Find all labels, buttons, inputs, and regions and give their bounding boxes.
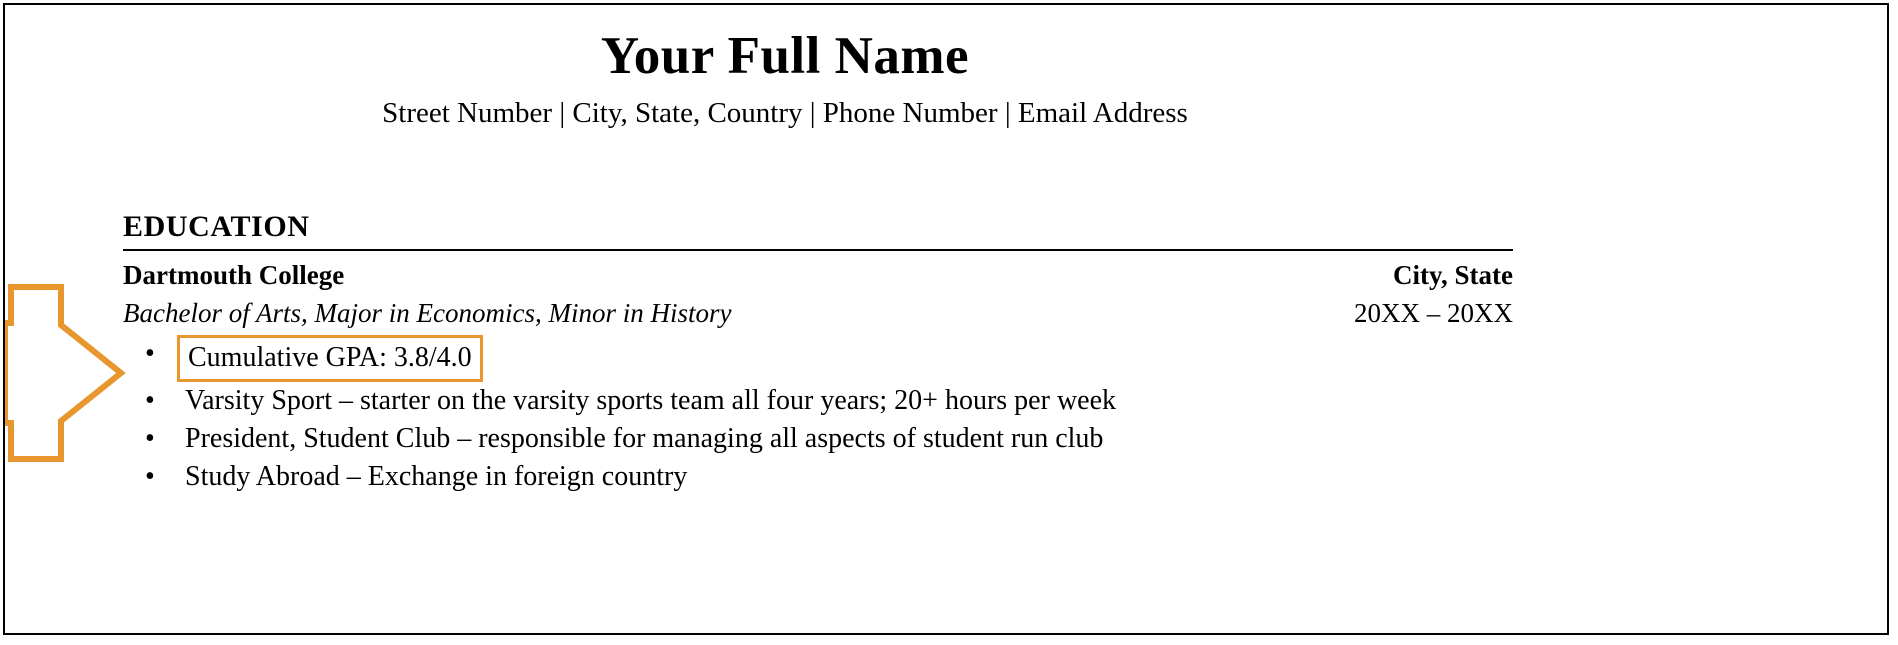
school-name: Dartmouth College xyxy=(123,260,345,290)
education-entry-degree-row: Bachelor of Arts, Major in Economics, Mi… xyxy=(123,294,1513,332)
bullet-dot-icon: • xyxy=(145,337,155,369)
education-section: EDUCATION Dartmouth College City, State … xyxy=(123,210,1513,496)
bullet-dot-icon: • xyxy=(145,460,155,492)
section-heading-education: EDUCATION xyxy=(123,210,310,243)
list-item: • Study Abroad – Exchange in foreign coun… xyxy=(123,458,1513,496)
list-item: • Cumulative GPA: 3.8/4.0 xyxy=(123,334,1513,382)
list-item: • Varsity Sport – starter on the varsity … xyxy=(123,382,1513,420)
bullet-text: Study Abroad – Exchange in foreign count… xyxy=(185,460,688,492)
attendance-dates: 20XX – 20XX xyxy=(1354,298,1513,329)
education-entry-school-row: Dartmouth College City, State xyxy=(123,256,1513,294)
bullet-text: President, Student Club – responsible fo… xyxy=(185,422,1104,454)
contact-info-line: Street Number | City, State, Country | P… xyxy=(382,97,1188,129)
section-divider-rule xyxy=(123,249,1513,251)
degree-title: Bachelor of Arts, Major in Economics, Mi… xyxy=(123,298,732,329)
bullet-dot-icon: • xyxy=(145,384,155,416)
page-title: Your Full Name xyxy=(600,27,970,85)
bullet-text: Varsity Sport – starter on the varsity s… xyxy=(185,384,1117,416)
list-item: • President, Student Club – responsible f… xyxy=(123,420,1513,458)
resume-document: Your Full Name Street Number | City, Sta… xyxy=(5,5,1887,633)
bullet-dot-icon: • xyxy=(145,422,155,454)
highlighted-bullet-text: Cumulative GPA: 3.8/4.0 xyxy=(177,334,483,382)
education-bullet-list: • Cumulative GPA: 3.8/4.0 • Varsity Sport –… xyxy=(123,334,1513,496)
school-location: City, State xyxy=(1393,260,1513,290)
document-page-frame: Your Full Name Street Number | City, Sta… xyxy=(2,3,1889,635)
